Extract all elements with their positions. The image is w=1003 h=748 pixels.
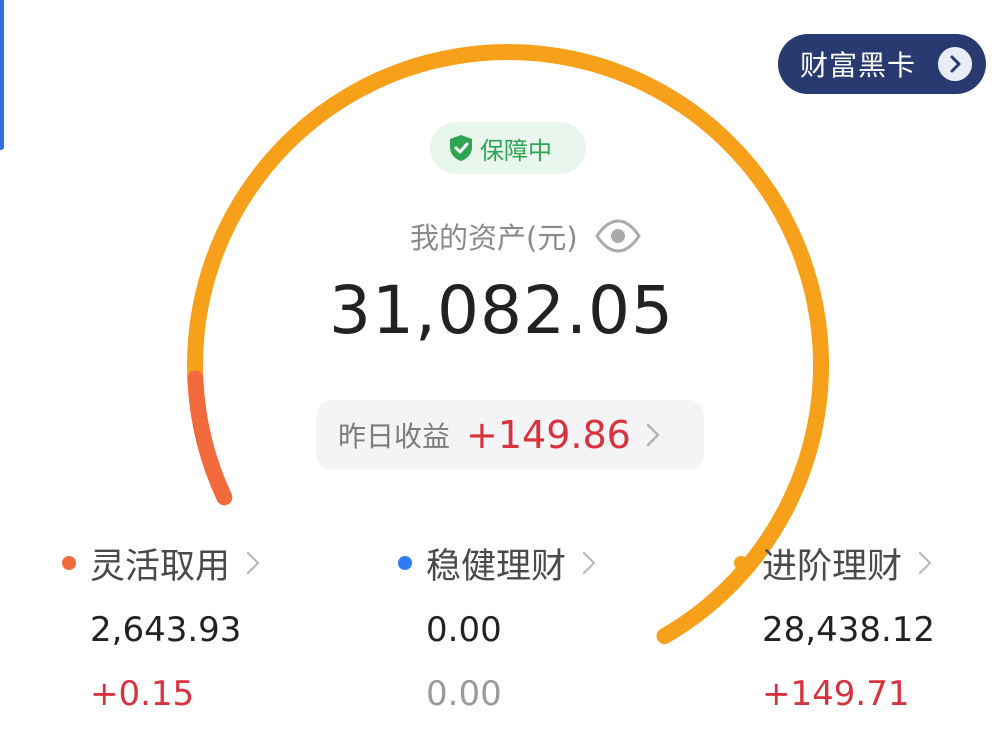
yesterday-earnings-row[interactable]: 昨日收益 +149.86 [316,400,704,470]
protection-status-badge[interactable]: 保障中 [430,122,586,174]
chevron-right-icon [246,551,260,575]
category-amount: 0.00 [426,610,502,650]
gauge-arc-flexible [187,370,233,506]
category-advanced[interactable]: 进阶理财 28,438.12 +149.71 [734,540,996,714]
chevron-right-icon [582,551,596,575]
asset-overview-card: 财富黑卡 保障中 我的资产(元) 31,082.05 昨日收益 +149.86 … [0,0,1003,748]
category-name: 灵活取用 [90,546,231,587]
shield-check-icon [450,135,472,161]
category-name: 稳健理财 [426,546,567,587]
category-amount: 2,643.93 [90,610,242,650]
chevron-right-circle-icon [938,47,972,81]
protection-status-label: 保障中 [480,136,552,165]
category-dot [398,556,412,570]
wealth-black-card-button[interactable]: 财富黑卡 [778,34,986,94]
wealth-black-card-label: 财富黑卡 [800,49,917,82]
my-assets-title: 我的资产(元) [410,221,578,255]
chevron-right-icon [918,551,932,575]
eye-icon[interactable] [594,216,642,256]
category-flexible[interactable]: 灵活取用 2,643.93 +0.15 [62,540,362,714]
category-earnings: +149.71 [762,674,910,714]
chevron-right-icon [646,423,660,447]
my-assets-header: 我的资产(元) [410,216,642,256]
total-assets-value: 31,082.05 [329,272,674,349]
yesterday-earnings-value: +149.86 [466,413,631,457]
yesterday-earnings-label: 昨日收益 [338,420,451,453]
category-amount: 28,438.12 [762,610,936,650]
category-earnings: 0.00 [426,674,502,714]
category-dot [734,556,748,570]
category-dot [62,556,76,570]
category-name: 进阶理财 [762,546,903,587]
category-steady[interactable]: 稳健理财 0.00 0.00 [398,540,698,714]
category-earnings: +0.15 [90,674,195,714]
